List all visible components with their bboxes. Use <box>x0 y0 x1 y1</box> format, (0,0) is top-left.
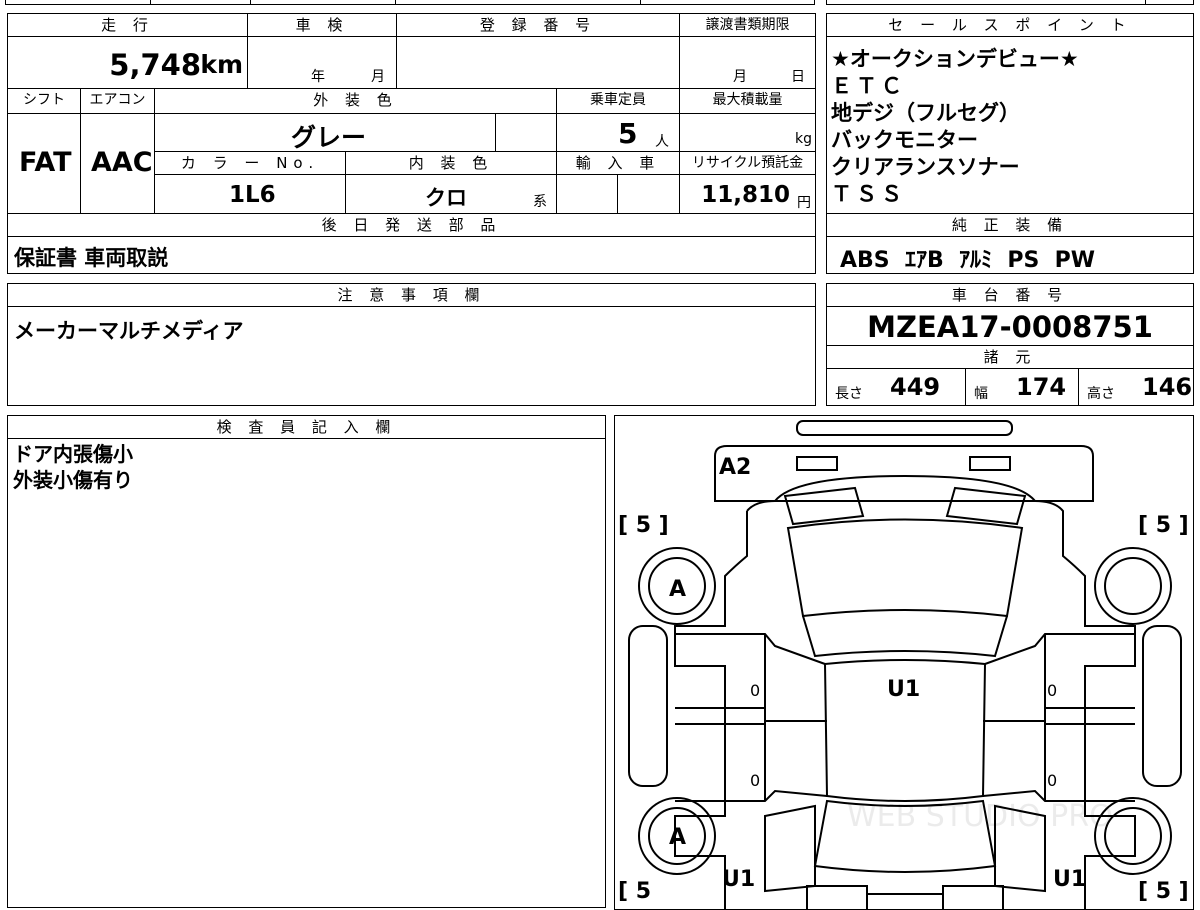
width-value: 174 <box>1016 373 1067 401</box>
tire-rear-left-mark: A <box>669 825 686 850</box>
exterior-color-extra-cell <box>495 113 557 152</box>
shift-cell: FAT <box>7 113 81 214</box>
registration-header: 登 録 番 号 <box>396 13 680 37</box>
exterior-color-value: グレー <box>291 123 367 152</box>
max-load-header: 最大積載量 <box>679 88 816 114</box>
recycle-cell: 11,810 円 <box>679 174 816 214</box>
interior-color-header: 内 装 色 <box>345 151 557 175</box>
top-cropped-strip <box>0 0 1200 6</box>
height-value: 146 <box>1142 373 1193 401</box>
inspection-header: 車 検 <box>247 13 397 37</box>
import-header: 輸 入 車 <box>556 151 680 175</box>
sales-points-header: セ ー ル ス ポ イ ン ト <box>826 13 1194 37</box>
recycle-header: リサイクル預託金 <box>679 151 816 175</box>
capacity-value: 5 <box>618 117 638 150</box>
rear-right-damage-code: U1 <box>1053 867 1086 892</box>
exterior-color-cell: グレー <box>154 113 496 152</box>
inspection-month-unit: 月 <box>371 69 385 85</box>
inspector-line: 外装小傷有り <box>13 468 133 492</box>
specs-header: 諸 元 <box>826 345 1194 369</box>
mileage-header: 走 行 <box>7 13 248 37</box>
notes-value: メーカーマルチメディア <box>14 319 244 343</box>
equipment-cell: ABS ｴｱB ｱﾙﾐ PS PW <box>826 236 1194 274</box>
later-parts-cell: 保証書 車両取説 <box>7 236 816 274</box>
exterior-color-header: 外 装 色 <box>154 88 557 114</box>
inspector-line: ドア内張傷小 <box>13 442 133 466</box>
transfer-deadline-header: 譲渡書類期限 <box>679 13 816 37</box>
capacity-cell: 5 人 <box>556 113 680 152</box>
recycle-value: 11,810 <box>701 182 790 208</box>
max-load-cell: kg <box>679 113 816 152</box>
door-mark: 0 <box>750 681 760 700</box>
sales-point-item: バックモニター <box>831 128 978 152</box>
recycle-unit: 円 <box>797 195 811 211</box>
door-mark: 0 <box>1047 771 1057 790</box>
front-damage-code: A2 <box>719 455 751 480</box>
door-mark: 0 <box>1047 681 1057 700</box>
interior-color-suffix: 系 <box>533 194 547 210</box>
transfer-day-unit: 日 <box>791 69 805 85</box>
specs-length-cell: 長さ 449 <box>826 368 966 406</box>
length-label: 長さ <box>835 386 863 402</box>
tire-front-left-mark: A <box>669 577 686 602</box>
interior-color-value: クロ <box>425 186 467 210</box>
tread-front-left: [ 5 ] <box>618 513 669 538</box>
capacity-header: 乗車定員 <box>556 88 680 114</box>
rear-left-damage-code: U1 <box>722 867 755 892</box>
sales-point-item: ★オークションデビュー★ <box>831 47 1079 71</box>
color-no-cell: 1L6 <box>154 174 346 214</box>
tread-front-right: [ 5 ] <box>1138 513 1189 538</box>
width-label: 幅 <box>974 386 988 402</box>
notes-header: 注 意 事 項 欄 <box>7 283 816 307</box>
transfer-month-unit: 月 <box>733 69 747 85</box>
door-mark: 0 <box>750 771 760 790</box>
ac-value: AAC <box>91 147 153 178</box>
ac-cell: AAC <box>80 113 155 214</box>
shift-value: FAT <box>19 147 72 178</box>
sales-points-cell: ★オークションデビュー★ ＥＴＣ 地デジ（フルセグ） バックモニター クリアラン… <box>826 36 1194 214</box>
chassis-value: MZEA17-0008751 <box>867 310 1153 344</box>
sales-point-item: ＴＳＳ <box>831 182 906 206</box>
height-label: 高さ <box>1087 386 1115 402</box>
import-cell-b <box>617 174 680 214</box>
sales-point-item: クリアランスソナー <box>831 155 1020 179</box>
chassis-cell: MZEA17-0008751 <box>826 306 1194 346</box>
import-cell-a <box>556 174 618 214</box>
tread-rear-left: [ 5 <box>618 879 651 904</box>
mileage-cell: 5,748 km <box>7 36 248 89</box>
length-value: 449 <box>890 373 941 401</box>
specs-height-cell: 高さ 146 <box>1078 368 1194 406</box>
sales-point-item: 地デジ（フルセグ） <box>831 101 1020 125</box>
watermark-text: WEB STUDIO PRO <box>847 799 1113 834</box>
chassis-header: 車 台 番 号 <box>826 283 1194 307</box>
equipment-value: ABS ｴｱB ｱﾙﾐ PS PW <box>840 248 1096 273</box>
mileage-unit: km <box>200 50 243 79</box>
later-parts-value: 保証書 車両取説 <box>14 246 169 270</box>
color-no-header: カ ラ ー No. <box>154 151 346 175</box>
transfer-deadline-cell: 月 日 <box>679 36 816 89</box>
inspector-cell: ドア内張傷小 外装小傷有り <box>7 438 606 908</box>
car-condition-diagram: A2 U1 U1 U1 A A [ 5 ] [ 5 ] [ 5 [ 5 ] 0 … <box>614 415 1194 910</box>
mileage-value: 5,748 <box>109 48 201 82</box>
car-outline-svg: A2 U1 U1 U1 A A [ 5 ] [ 5 ] [ 5 [ 5 ] 0 … <box>618 420 1189 909</box>
inspection-year-unit: 年 <box>311 69 325 85</box>
color-no-value: 1L6 <box>229 182 276 208</box>
interior-color-cell: クロ 系 <box>345 174 557 214</box>
inspection-cell: 年 月 <box>247 36 397 89</box>
shift-header: シフト <box>7 88 81 114</box>
specs-width-cell: 幅 174 <box>965 368 1079 406</box>
equipment-header: 純 正 装 備 <box>826 213 1194 237</box>
inspector-header: 検 査 員 記 入 欄 <box>7 415 606 439</box>
max-load-unit: kg <box>795 131 812 147</box>
sales-point-item: ＥＴＣ <box>831 74 906 98</box>
roof-damage-code: U1 <box>887 677 920 702</box>
capacity-unit: 人 <box>655 134 669 150</box>
later-parts-header: 後 日 発 送 部 品 <box>7 213 816 237</box>
ac-header: エアコン <box>80 88 155 114</box>
notes-cell: メーカーマルチメディア <box>7 306 816 406</box>
registration-cell <box>396 36 680 89</box>
tread-rear-right: [ 5 ] <box>1138 879 1189 904</box>
